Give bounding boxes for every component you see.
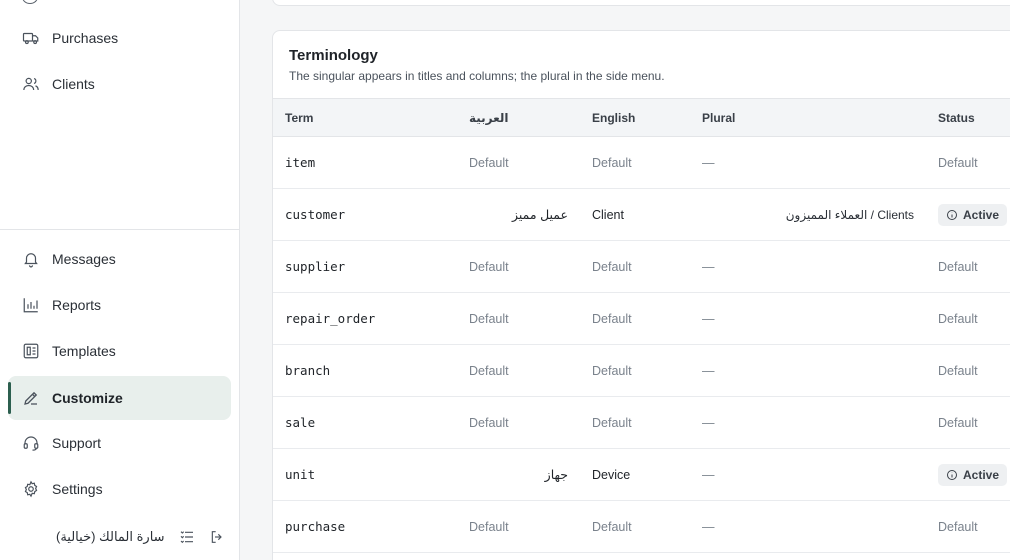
column-header-term: Term	[273, 98, 457, 137]
table-row[interactable]: supplier Default Default — Default	[273, 241, 1010, 293]
partial-nav-icon	[22, 0, 38, 4]
status-label: Active	[963, 467, 1000, 482]
term-key: branch	[285, 363, 331, 378]
table-row[interactable]: branch Default Default — Default	[273, 345, 1010, 397]
english-value: Device	[592, 467, 631, 482]
plural-value: —	[702, 519, 715, 534]
plural-value: —	[702, 259, 715, 274]
arabic-value: Default	[469, 415, 509, 430]
section-subtitle: The singular appears in titles and colum…	[289, 69, 665, 83]
sidebar-item-label: Customize	[52, 390, 123, 406]
terminology-table: Term العربية English Plural Status item D…	[273, 98, 1010, 553]
section-title: Terminology	[289, 47, 378, 64]
status-value: Default	[938, 155, 978, 170]
bell-icon	[22, 250, 40, 268]
arabic-value: Default	[469, 311, 509, 326]
table-header-row: Term العربية English Plural Status	[273, 98, 1010, 137]
sidebar-divider	[0, 229, 239, 230]
user-name: سارة المالك (خيالية)	[56, 529, 165, 544]
plural-value: —	[702, 363, 715, 378]
bar-chart-icon	[22, 296, 40, 314]
status-cell: Active	[926, 449, 1010, 501]
sidebar-item-label: Reports	[52, 297, 102, 313]
term-key: sale	[285, 415, 316, 430]
headset-icon	[22, 434, 40, 452]
plural-value: —	[702, 467, 715, 482]
english-value: Default	[592, 519, 632, 534]
english-value: Default	[592, 363, 632, 378]
info-icon	[946, 209, 958, 221]
term-key: unit	[285, 467, 316, 482]
template-icon	[22, 342, 40, 360]
sidebar-item-label: Templates	[52, 343, 116, 359]
arabic-value: Default	[469, 363, 509, 378]
users-icon	[22, 75, 40, 93]
status-value: Default	[938, 519, 978, 534]
sidebar-item-clients[interactable]: Clients	[8, 62, 231, 106]
plural-value: العملاء المميزون / Clients	[785, 207, 914, 222]
plural-value: —	[702, 311, 715, 326]
terminology-card: Terminology The singular appears in titl…	[272, 30, 1010, 560]
truck-icon	[22, 29, 40, 47]
english-value: Default	[592, 415, 632, 430]
table-row[interactable]: sale Default Default — Default	[273, 397, 1010, 449]
sidebar-item-label: Messages	[52, 251, 116, 267]
sidebar-item-label: Support	[52, 435, 102, 451]
column-header-arabic: العربية	[457, 98, 580, 137]
column-header-status: Status	[926, 98, 1010, 137]
arabic-value: Default	[469, 519, 509, 534]
logout-icon[interactable]	[209, 529, 225, 545]
english-value: Default	[592, 311, 632, 326]
status-value: Default	[938, 415, 978, 430]
english-value: Default	[592, 259, 632, 274]
column-header-plural: Plural	[690, 98, 926, 137]
term-key: supplier	[285, 259, 346, 274]
sidebar-item-reports[interactable]: Reports	[8, 283, 231, 327]
table-row[interactable]: item Default Default — Default	[273, 137, 1010, 189]
sidebar-item-messages[interactable]: Messages	[8, 237, 231, 281]
user-row: سارة المالك (خيالية)	[56, 524, 225, 550]
previous-section-card	[272, 0, 1010, 6]
status-cell: Active	[926, 189, 1010, 241]
status-value: Default	[938, 311, 978, 326]
arabic-value: Default	[469, 259, 509, 274]
term-key: item	[285, 155, 316, 170]
term-key: customer	[285, 207, 346, 222]
sidebar-item-support[interactable]: Support	[8, 421, 231, 465]
status-value: Default	[938, 259, 978, 274]
sidebar-item-label: Clients	[52, 76, 95, 92]
status-badge: Active	[938, 203, 1008, 226]
info-icon	[946, 469, 958, 481]
status-label: Active	[963, 207, 1000, 222]
sidebar-item-purchases[interactable]: Purchases	[8, 16, 231, 60]
sidebar-item-templates[interactable]: Templates	[8, 329, 231, 373]
sidebar-item-customize[interactable]: Customize	[8, 376, 231, 420]
status-badge: Active	[938, 463, 1008, 486]
table-row[interactable]: purchase Default Default — Default	[273, 501, 1010, 553]
arabic-value: عميل مميز	[512, 208, 568, 222]
sidebar-item-settings[interactable]: Settings	[8, 467, 231, 511]
pencil-icon	[22, 389, 40, 407]
english-value: Default	[592, 155, 632, 170]
plural-value: —	[702, 415, 715, 430]
sidebar: Purchases Clients Messages Reports Templ…	[0, 0, 240, 560]
arabic-value: Default	[469, 155, 509, 170]
status-value: Default	[938, 363, 978, 378]
english-value: Client	[592, 207, 624, 222]
column-header-english: English	[580, 98, 690, 137]
sidebar-item-label: Purchases	[52, 30, 119, 46]
sidebar-item-label: Settings	[52, 481, 103, 497]
table-row[interactable]: unit جهاز Device — Active	[273, 449, 1010, 501]
table-row[interactable]: repair_order Default Default — Default	[273, 293, 1010, 345]
term-key: repair_order	[285, 311, 376, 326]
gear-icon	[22, 480, 40, 498]
term-key: purchase	[285, 519, 346, 534]
arabic-value: جهاز	[544, 468, 568, 482]
plural-value: —	[702, 155, 715, 170]
table-row[interactable]: customer عميل مميز Client العملاء المميزون …	[273, 189, 1010, 241]
list-settings-icon[interactable]	[179, 529, 195, 545]
